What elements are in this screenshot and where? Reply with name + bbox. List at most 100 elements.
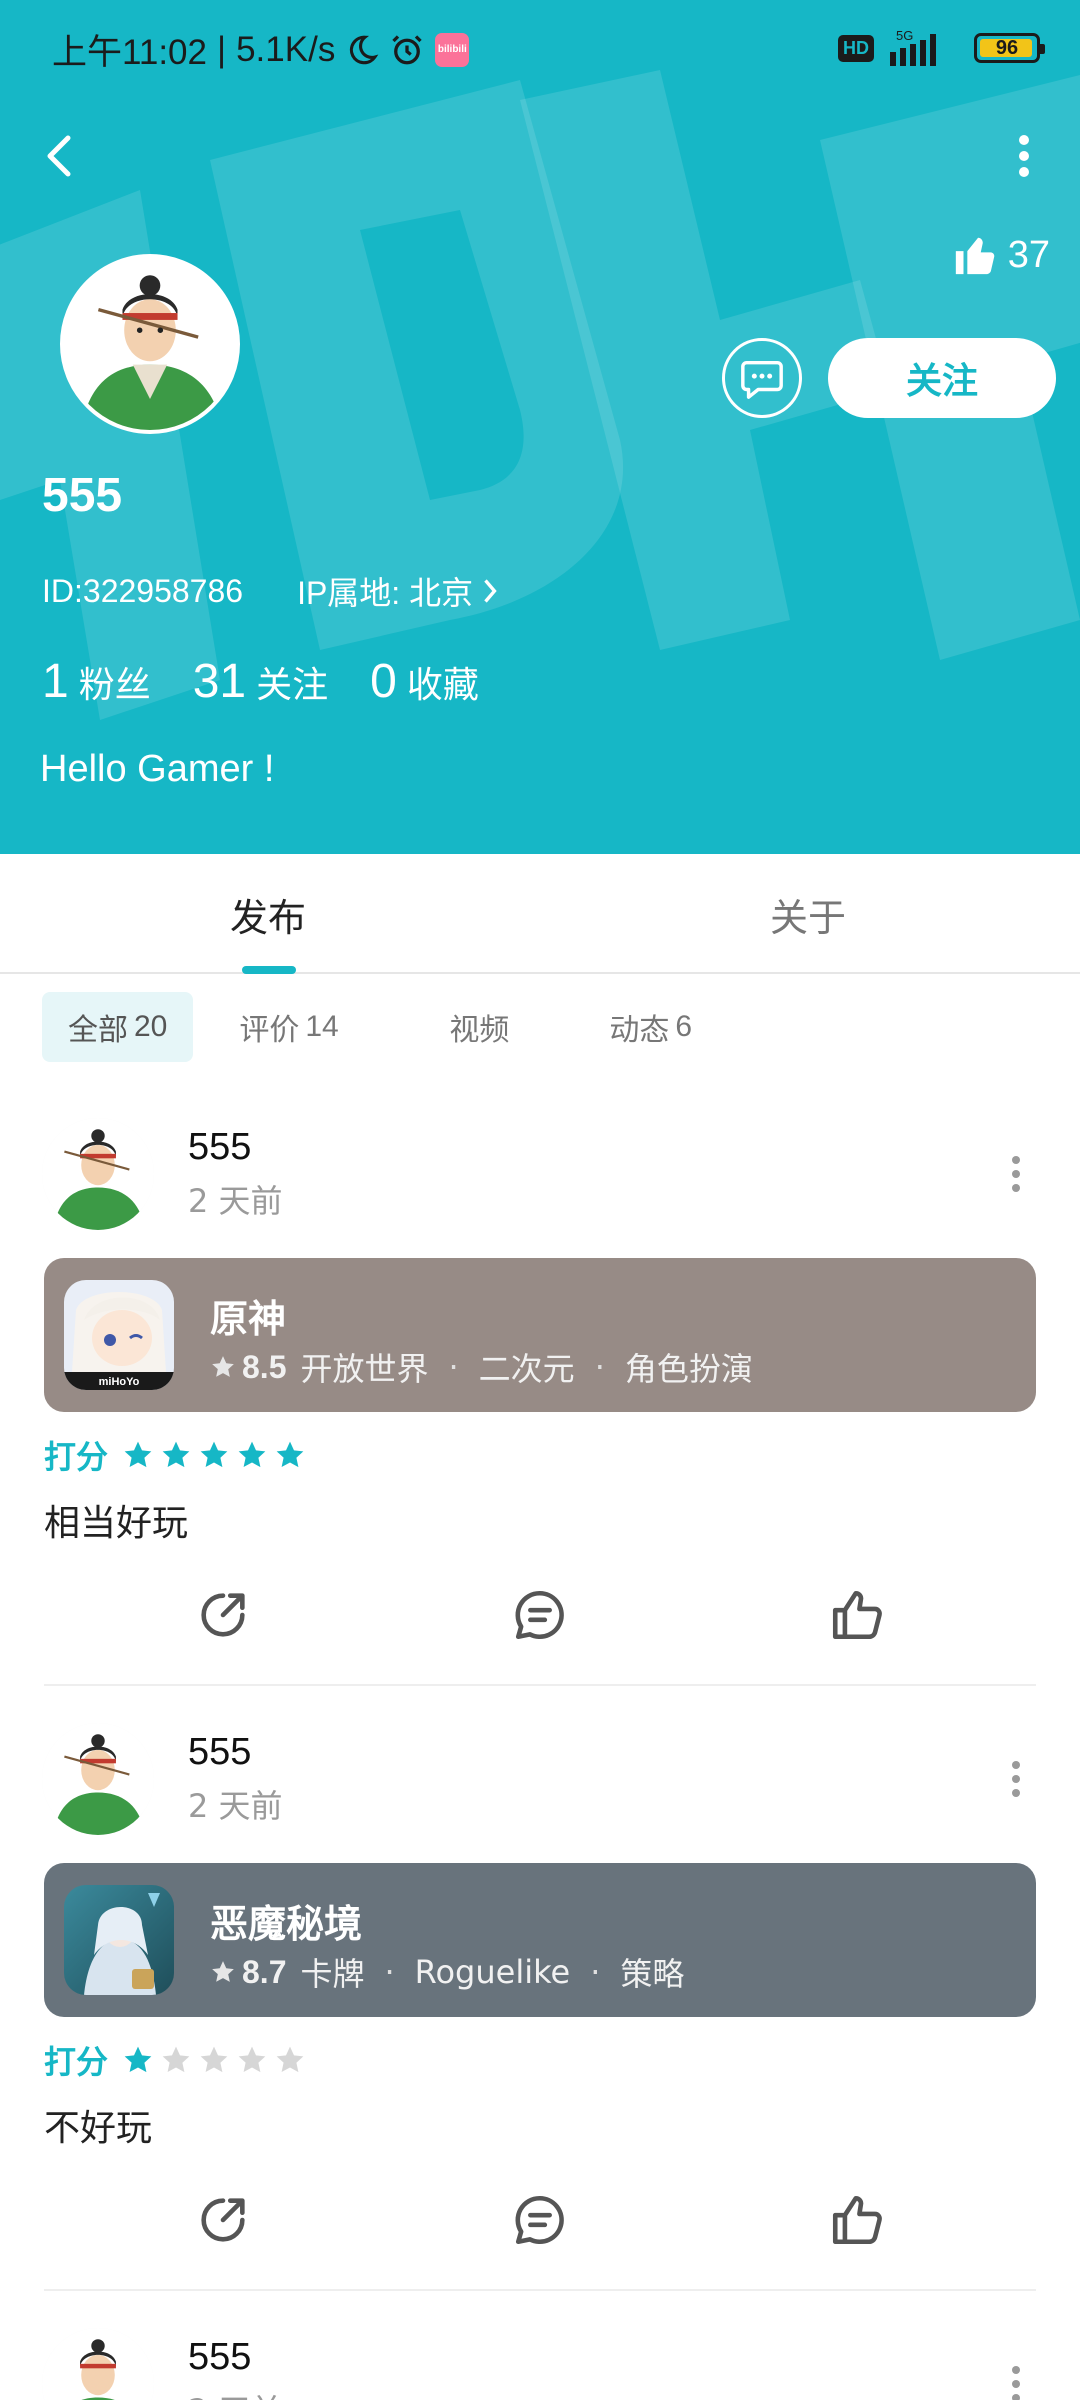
status-speed: 5.1K/s	[236, 29, 336, 69]
like-button[interactable]	[822, 2185, 892, 2255]
profile-stats: 1 粉丝 31 关注 0 收藏	[42, 654, 479, 709]
share-icon	[201, 2198, 245, 2242]
more-options-button[interactable]	[1006, 128, 1042, 184]
game-tag: 二次元	[478, 1350, 575, 1388]
avatar-illustration	[42, 1723, 154, 1835]
game-name: 恶魔秘境	[210, 1902, 363, 1946]
filter-chips: 全部 20 评价 14 视频 动态 6	[42, 992, 718, 1062]
status-time: 上午11:02	[52, 33, 207, 72]
comment-button[interactable]	[505, 1580, 575, 1650]
post-time: 2 天前	[188, 1182, 283, 1220]
thumbs-up-icon	[832, 1590, 882, 1640]
back-button[interactable]	[38, 128, 86, 184]
svg-text:miHoYo: miHoYo	[99, 1376, 140, 1388]
comment-icon	[515, 1590, 564, 1640]
comment-icon	[515, 2195, 564, 2245]
post-more-icon[interactable]	[1004, 1152, 1028, 1196]
chat-bubble-icon	[741, 360, 783, 399]
star-filled-icon	[200, 1441, 228, 1468]
battery-level: 96	[995, 36, 1019, 59]
filter-reviews[interactable]: 评价 14	[213, 992, 403, 1062]
star-empty-icon	[162, 2046, 190, 2073]
moon-icon	[350, 35, 379, 64]
comment-button[interactable]	[505, 2185, 575, 2255]
post-more-icon[interactable]	[1004, 2362, 1028, 2400]
game-tag: 卡牌	[300, 1955, 365, 1993]
like-button[interactable]	[822, 1580, 892, 1650]
tab-about[interactable]: 关于	[770, 854, 846, 974]
post-time: 2 天前	[188, 2386, 283, 2400]
star-filled-icon	[276, 1441, 304, 1468]
profile-bio: Hello Gamer !	[40, 748, 275, 790]
star-empty-icon	[238, 2046, 266, 2073]
star-filled-icon	[238, 1441, 266, 1468]
avatar-illustration	[42, 2328, 154, 2400]
game-tag: 开放世界	[300, 1350, 429, 1388]
game-card[interactable]: miHoYo 原神 8.5 开放世界 · 二次元 · 角色扮演	[44, 1258, 1036, 1412]
game-meta: 8.7 卡牌 · Roguelike · 策略	[210, 1949, 684, 1995]
battery-indicator: 96	[974, 33, 1045, 63]
profile-tabs: 发布 关于	[0, 854, 1080, 974]
post-author-name[interactable]: 555	[188, 1731, 251, 1774]
signal-icon: 5G	[890, 28, 936, 66]
bilibili-app-icon: bilibili	[435, 32, 470, 67]
profile-like-count[interactable]: 37	[952, 232, 1050, 278]
post-divider	[44, 1684, 1036, 1686]
star-icon	[212, 1961, 234, 1982]
stat-favorites[interactable]: 0 收藏	[370, 654, 479, 709]
game-icon-demon-realm	[64, 1885, 174, 1995]
tab-posts[interactable]: 发布	[230, 854, 306, 974]
alarm-icon	[392, 34, 422, 64]
profile-avatar[interactable]	[60, 254, 240, 434]
stat-followers[interactable]: 1 粉丝	[42, 654, 151, 709]
star-rating	[122, 1439, 306, 1471]
post-actions	[0, 1580, 1080, 1650]
stat-following[interactable]: 31 关注	[193, 654, 328, 709]
rating-label: 打分	[44, 2043, 109, 2081]
star-filled-icon	[124, 2046, 152, 2073]
game-tag: 策略	[620, 1955, 685, 1993]
review-text: 相当好玩	[44, 1503, 189, 1544]
game-score: 8.7	[210, 1954, 286, 1991]
star-empty-icon	[276, 2046, 304, 2073]
post-author-avatar[interactable]	[42, 1723, 154, 1835]
post-author-avatar[interactable]	[42, 2328, 154, 2400]
profile-header: 上午11:02 | 5.1K/s bilibili HD 5G 96 37 关注…	[0, 0, 1080, 854]
post-actions	[0, 2185, 1080, 2255]
hd-badge: HD	[838, 34, 874, 62]
chevron-right-icon	[484, 579, 497, 603]
game-tag: Roguelike	[414, 1953, 571, 1991]
rating-row: 打分	[44, 2037, 306, 2083]
star-empty-icon	[200, 2046, 228, 2073]
share-button[interactable]	[188, 1580, 258, 1650]
review-post: 555 2 天前	[0, 2320, 1080, 2400]
post-author-avatar[interactable]	[42, 1118, 154, 1230]
game-icon-genshin: miHoYo	[64, 1280, 174, 1390]
game-score: 8.5	[210, 1349, 286, 1386]
post-author-name[interactable]: 555	[188, 1126, 251, 1169]
rating-row: 打分	[44, 1432, 306, 1478]
post-author-name[interactable]: 555	[188, 2336, 251, 2379]
taptap-watermark	[0, 70, 1080, 720]
ip-location-link[interactable]: IP属地: 北京	[297, 568, 501, 614]
rating-label: 打分	[44, 1438, 109, 1476]
filter-videos[interactable]: 视频	[423, 992, 563, 1062]
filter-moments[interactable]: 动态 6	[583, 992, 718, 1062]
profile-meta: ID:322958786 IP属地: 北京	[42, 568, 501, 614]
share-icon	[201, 1593, 245, 1637]
game-meta: 8.5 开放世界 · 二次元 · 角色扮演	[210, 1344, 753, 1390]
profile-username: 555	[42, 469, 123, 522]
game-name: 原神	[210, 1297, 287, 1341]
thumbs-up-icon	[832, 2195, 882, 2245]
user-id: ID:322958786	[42, 572, 244, 609]
svg-text:5G: 5G	[896, 28, 913, 43]
share-button[interactable]	[188, 2185, 258, 2255]
star-icon	[212, 1356, 234, 1377]
message-button[interactable]	[722, 338, 802, 418]
post-more-icon[interactable]	[1004, 1757, 1028, 1801]
post-divider	[44, 2289, 1036, 2291]
follow-button[interactable]: 关注	[828, 338, 1056, 418]
filter-all[interactable]: 全部 20	[42, 992, 194, 1062]
game-card[interactable]: 恶魔秘境 8.7 卡牌 · Roguelike · 策略	[44, 1863, 1036, 2017]
post-time: 2 天前	[188, 1787, 283, 1825]
